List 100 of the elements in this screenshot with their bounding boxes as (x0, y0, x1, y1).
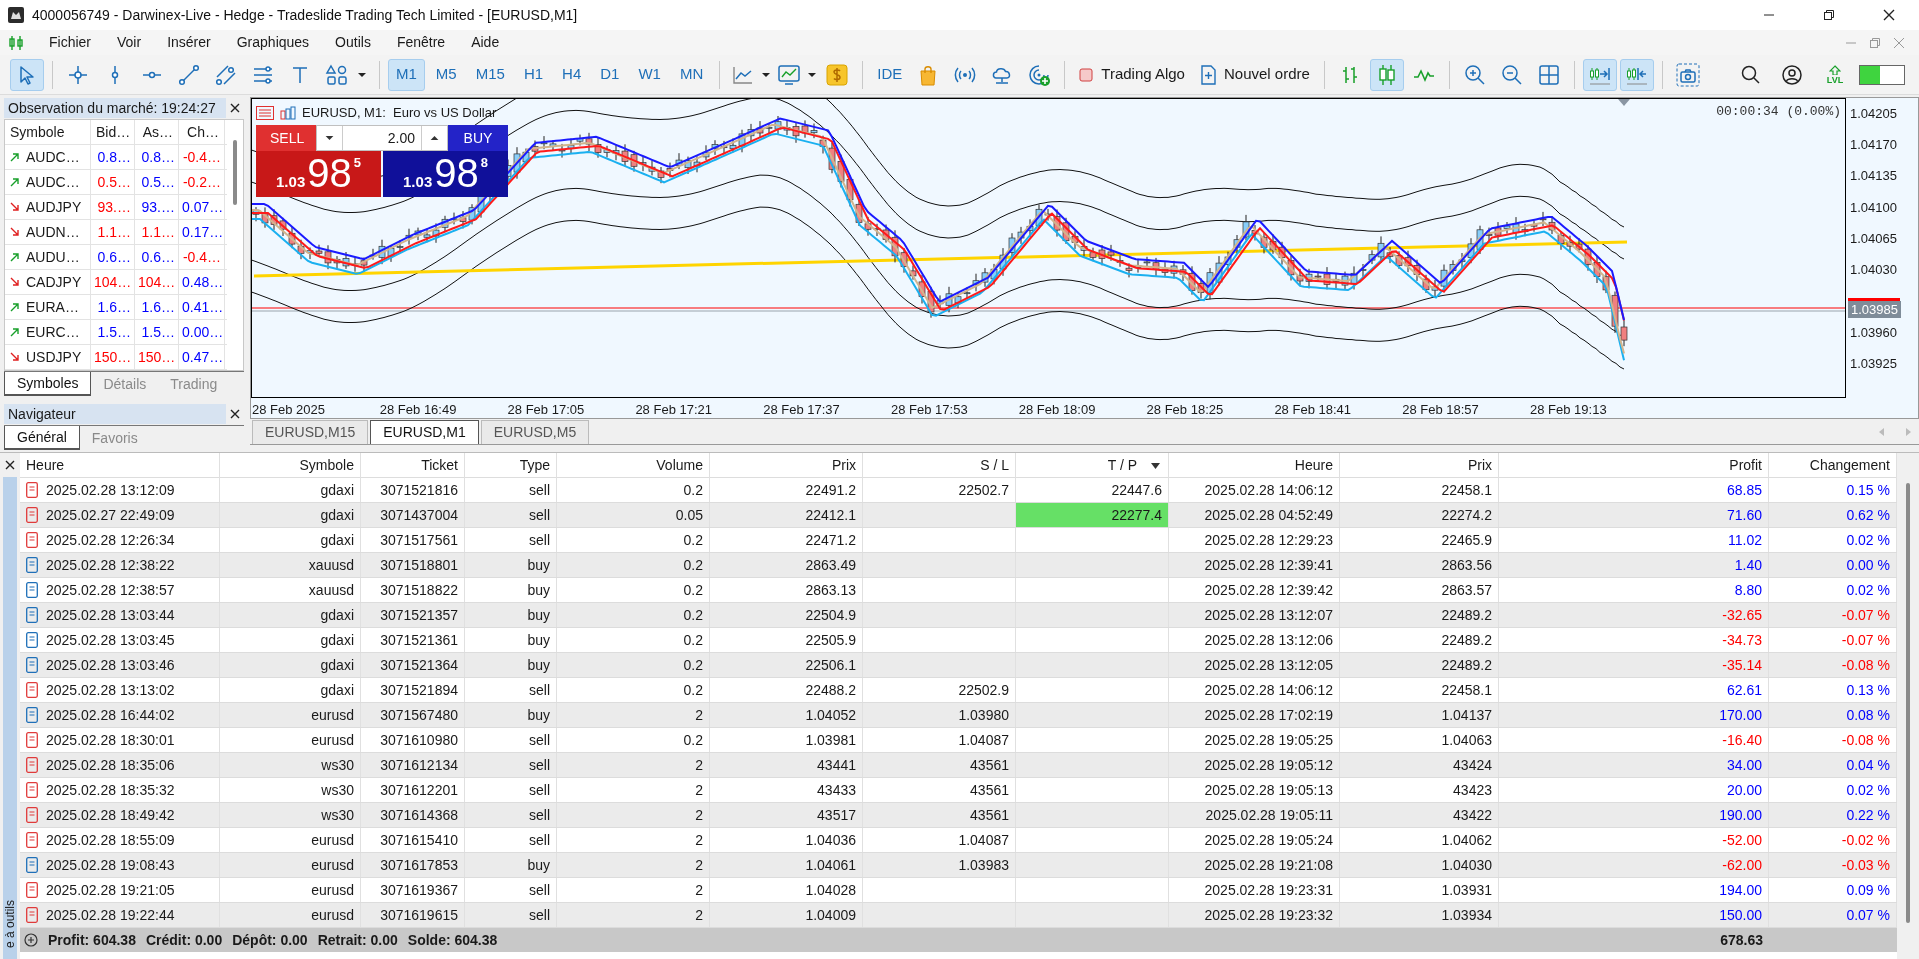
column-header[interactable]: Type (519, 455, 550, 476)
column-header[interactable]: Prix (1467, 455, 1492, 476)
table-cell-text: 2025.02.28 13:03:44 (46, 605, 175, 625)
column-header[interactable]: Volume (656, 455, 703, 476)
volume-field[interactable]: 2.00 (316, 125, 448, 151)
column-header[interactable]: Heure (1294, 455, 1333, 476)
table-cell-text: buy (527, 630, 550, 650)
chart-shift-button[interactable] (1619, 58, 1654, 91)
auto-scroll-button[interactable] (1582, 58, 1617, 91)
timeframe-button[interactable]: D1 (592, 58, 628, 91)
cursor-button[interactable] (10, 58, 44, 91)
table-cell-text: 0.02 % (1846, 530, 1890, 550)
new-order-button[interactable]: Nouvel ordre (1193, 58, 1316, 91)
account-summary: Dépôt: 0.00 (232, 930, 308, 950)
column-header[interactable]: Symbole (5, 120, 91, 144)
current-price-label: 1.03985 (1848, 301, 1901, 318)
scrollbar-thumb[interactable] (1906, 483, 1910, 923)
column-header[interactable]: Ch… (179, 120, 225, 144)
table-cell-text: 3071619615 (380, 905, 458, 925)
timeframe-button[interactable]: W1 (630, 58, 669, 91)
table-cell-text: 0.2 (683, 580, 703, 600)
table-cell-text: 2 (695, 830, 703, 850)
buy-button[interactable]: BUY (448, 125, 508, 151)
ide-button[interactable]: IDE (871, 58, 909, 91)
menu-item[interactable]: Aide (458, 30, 513, 55)
quote-cell: 0.6… (135, 245, 179, 269)
table-cell-text: 2 (695, 905, 703, 925)
timeframe-button[interactable]: M15 (467, 58, 513, 91)
close-icon (1883, 9, 1895, 21)
dropdown-caret-icon[interactable] (761, 71, 772, 78)
timeframe-button[interactable]: M5 (427, 58, 465, 91)
dropdown-caret-icon[interactable] (357, 71, 367, 78)
timeframe-button[interactable]: MN (671, 58, 712, 91)
time-label: 28 Feb 16:49 (379, 401, 457, 419)
price-label: 1.03925 (1850, 357, 1897, 371)
quote-cell: 0.8… (91, 145, 135, 169)
trade-list-icon (256, 105, 274, 120)
table-cell-text: -0.02 % (1841, 830, 1890, 850)
table-cell-text: 34.00 (1726, 755, 1762, 775)
table-cell-text: 1.04137 (1441, 705, 1492, 725)
menu-item[interactable]: Graphiques (223, 30, 323, 55)
table-cell-text: 3071615410 (380, 830, 458, 850)
sell-button[interactable]: SELL (256, 125, 316, 151)
dropdown-caret-icon[interactable] (807, 71, 818, 78)
table-cell-text: 194.00 (1719, 880, 1762, 900)
table-cell: 22277.4 (1016, 503, 1169, 527)
horizontal-line-icon (142, 70, 162, 79)
toolbox-strip[interactable]: e à outils (3, 477, 17, 959)
app-icon (8, 7, 24, 23)
sort-icon[interactable] (1151, 462, 1160, 469)
column-header[interactable]: Ticket (421, 455, 458, 476)
menu-item[interactable]: Voir (104, 30, 155, 55)
algo-trading-button[interactable]: Trading Algo (1073, 58, 1191, 91)
scrollbar-thumb[interactable] (233, 140, 237, 205)
column-header[interactable]: Bid… (91, 120, 135, 144)
account-summary: Retrait: 0.00 (317, 930, 398, 950)
table-cell-text: 0.02 % (1846, 580, 1890, 600)
candlestick-button[interactable] (1369, 58, 1404, 91)
timeframe-button[interactable]: M1 (388, 58, 425, 91)
panel-tab[interactable]: Général (4, 426, 80, 450)
close-icon (1893, 36, 1905, 49)
menu-item[interactable]: Fichier (36, 30, 104, 55)
panel-tab[interactable]: Symboles (4, 372, 92, 396)
table-cell-text: 2025.02.28 12:29:23 (1204, 530, 1333, 550)
table-cell-text: 0.05 (675, 505, 703, 525)
column-header[interactable]: As… (135, 120, 179, 144)
price-label: 1.04205 (1850, 107, 1897, 121)
table-cell-text: 2025.02.28 13:12:07 (1204, 605, 1333, 625)
table-cell-text: 8.80 (1734, 580, 1762, 600)
timeframe-button[interactable]: H4 (554, 58, 590, 91)
chart-tab[interactable]: EURUSD,M5 (480, 420, 590, 444)
menu-item[interactable]: Insérer (154, 30, 224, 55)
table-cell-text: 22489.2 (1441, 605, 1492, 625)
table-cell-text: -16.40 (1722, 730, 1762, 750)
menu-item[interactable]: Outils (322, 30, 384, 55)
time-label: 28 Feb 17:05 (507, 401, 585, 419)
timeframe-button[interactable]: H1 (515, 58, 552, 91)
table-cell-text: 2025.02.28 19:21:08 (1204, 855, 1333, 875)
column-header[interactable]: T / P (1107, 455, 1137, 476)
table-cell-text: 2025.02.28 19:05:13 (1204, 780, 1333, 800)
time-label: 28 Feb 18:09 (1018, 401, 1096, 419)
chart-tab[interactable]: EURUSD,M15 (252, 420, 369, 444)
table-cell-text: 3071612134 (380, 755, 458, 775)
column-header[interactable]: Prix (831, 455, 856, 476)
table-cell-text: ws30 (321, 805, 354, 825)
table-cell-text: 2025.02.28 12:38:22 (46, 555, 175, 575)
menu-item[interactable]: Fenêtre (383, 30, 459, 55)
column-header[interactable]: Changement (1809, 455, 1890, 476)
expand-icon[interactable] (24, 933, 38, 947)
table-cell-text: sell (529, 805, 550, 825)
column-header[interactable]: Heure (26, 455, 65, 476)
column-header[interactable]: S / L (980, 455, 1009, 476)
table-cell-text: 1.04062 (1441, 830, 1492, 850)
column-header[interactable]: Profit (1729, 455, 1762, 476)
table-cell-text: eurusd (311, 830, 354, 850)
table-cell-text: 1.04030 (1441, 855, 1492, 875)
chart-tab[interactable]: EURUSD,M1 (370, 420, 479, 444)
column-header[interactable]: Symbole (299, 455, 354, 476)
monitor-chart-icon (777, 62, 802, 87)
table-cell-text: eurusd (311, 880, 354, 900)
